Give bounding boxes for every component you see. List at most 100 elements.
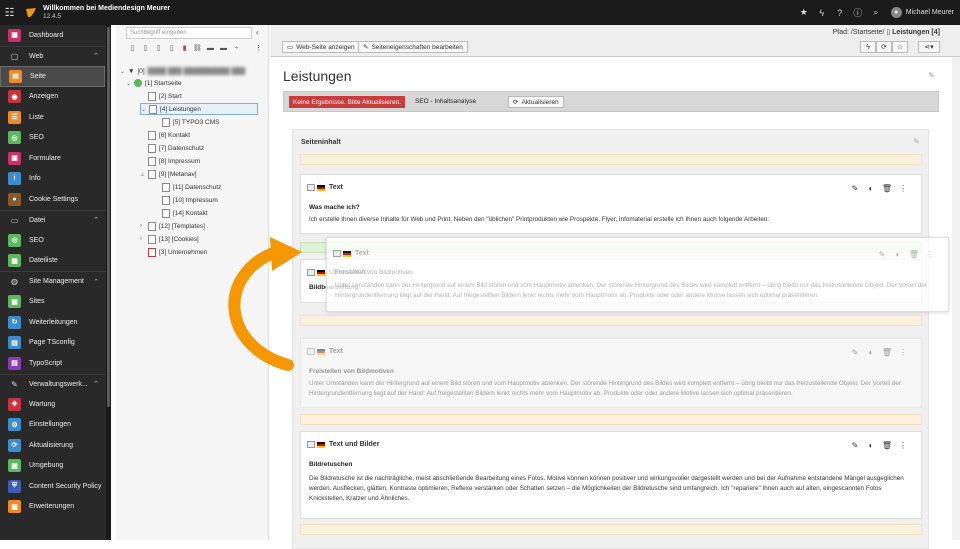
- new-content-dropzone[interactable]: [300, 154, 922, 165]
- chevron-up-icon[interactable]: ⌃: [93, 216, 99, 224]
- tree-twisty-icon[interactable]: ›: [140, 223, 148, 229]
- tree-node[interactable]: ⌄ [1] Startseite: [126, 77, 182, 89]
- module-item-wartung[interactable]: ✚ Wartung: [0, 394, 111, 415]
- module-group-verwaltungswerk-[interactable]: ✎ Verwaltungswerk... ⌃: [0, 373, 111, 395]
- module-group-web[interactable]: ▢ Web ⌃: [0, 45, 111, 67]
- new-sysfolder-icon[interactable]: ▬: [204, 45, 217, 52]
- module-item-dateiliste[interactable]: ▦ Dateiliste: [0, 251, 111, 272]
- module-item-seite[interactable]: ▤ Seite: [0, 66, 105, 87]
- tree-search-input[interactable]: Suchbegriff eingeben: [126, 27, 252, 39]
- new-restricted-page-icon[interactable]: ▮: [178, 44, 191, 52]
- tree-node[interactable]: [6] Kontakt: [140, 129, 190, 141]
- user-menu[interactable]: ● Michael Meurer: [890, 7, 954, 18]
- module-item-content-security-policy[interactable]: ⛨ Content Security Policy: [0, 476, 111, 497]
- module-menu-toggle-icon[interactable]: ☷: [0, 0, 19, 25]
- star-icon[interactable]: ★: [795, 7, 813, 18]
- module-item-erweiterungen[interactable]: ▦ Erweiterungen: [0, 497, 111, 518]
- tree-node[interactable]: ⌄ [9] [Metanav]: [140, 168, 197, 180]
- module-item-sites[interactable]: ▦ Sites: [0, 292, 111, 313]
- chevron-up-icon[interactable]: ⌃: [93, 380, 99, 388]
- edit-icon[interactable]: ✎: [874, 250, 890, 259]
- tree-more-icon[interactable]: ⋮: [252, 44, 265, 52]
- tree-node[interactable]: [5] TYPO3 CMS: [154, 116, 219, 128]
- module-item-seo[interactable]: ◎ SEO: [0, 230, 111, 251]
- content-element-text[interactable]: Text ✎ ◐ 🗑 ⋮ Was mache ich? Ich erstelle…: [300, 174, 922, 234]
- tree-twisty-icon[interactable]: ⌄: [141, 106, 149, 113]
- info-icon[interactable]: ⓘ: [849, 6, 867, 19]
- tree-node[interactable]: ⌄ [4] Leistungen: [140, 103, 258, 115]
- new-content-dropzone[interactable]: [300, 315, 922, 326]
- bookmark-icon[interactable]: ☆: [892, 41, 908, 53]
- module-group-site-management[interactable]: ◍ Site Management ⌃: [0, 271, 111, 292]
- new-shortcut-icon[interactable]: ▯: [152, 44, 165, 52]
- new-mountpoint-icon[interactable]: ▯: [165, 44, 178, 52]
- delete-icon[interactable]: 🗑: [879, 348, 895, 357]
- tree-node[interactable]: [10] Impressum: [154, 194, 218, 206]
- new-content-dropzone[interactable]: [300, 414, 922, 425]
- module-item-aktualisierung[interactable]: ⟳ Aktualisierung: [0, 435, 111, 456]
- chevron-up-icon[interactable]: ⌃: [93, 52, 99, 60]
- edit-icon[interactable]: ✎: [847, 184, 863, 193]
- tree-twisty-icon[interactable]: ⌄: [140, 171, 148, 178]
- content-scrollbar[interactable]: [952, 57, 960, 540]
- delete-icon[interactable]: 🗑: [906, 250, 922, 259]
- shortcut-bolt-icon[interactable]: ϟ: [860, 41, 876, 53]
- tree-node[interactable]: [8] Impressum: [140, 155, 200, 167]
- typo3-logo[interactable]: [23, 5, 39, 21]
- collapse-tree-icon[interactable]: ‹: [256, 28, 259, 37]
- bolt-icon[interactable]: ϟ: [813, 8, 831, 18]
- more-icon[interactable]: ⋮: [895, 441, 911, 450]
- content-element-textpic[interactable]: Text und Bilder ✎ ◐ 🗑 ⋮ Bildretuschen Di…: [300, 431, 922, 519]
- tree-node[interactable]: [3] Unternehmen: [140, 246, 207, 258]
- module-item-einstellungen[interactable]: ⚙ Einstellungen: [0, 415, 111, 436]
- tree-twisty-icon[interactable]: ⌄: [120, 68, 128, 75]
- module-item-formulare[interactable]: ▣ Formulare: [0, 148, 111, 169]
- edit-page-properties-button[interactable]: ✎ Seiteneigenschaften bearbeiten: [358, 41, 468, 53]
- module-item-dashboard[interactable]: ▦ Dashboard: [0, 25, 111, 46]
- tree-twisty-icon[interactable]: ›: [140, 236, 148, 242]
- new-page-icon[interactable]: ▯: [126, 44, 139, 52]
- tree-node[interactable]: [2] Start: [140, 90, 182, 102]
- new-content-dropzone[interactable]: [300, 524, 922, 535]
- toggle-visibility-icon[interactable]: ◐: [863, 348, 879, 357]
- module-item-typoscript[interactable]: ▤ TypoScript: [0, 353, 111, 374]
- seo-refresh-button[interactable]: ⟳ Aktualisieren: [508, 96, 564, 108]
- content-element-text-placeholder[interactable]: Text ✎ ◐ 🗑 ⋮ Freistellen von Bildmotiven…: [300, 338, 922, 408]
- new-link-icon[interactable]: ⛓: [191, 44, 204, 52]
- tree-node[interactable]: [7] Datenschutz: [140, 142, 204, 154]
- module-item-liste[interactable]: ☰ Liste: [0, 107, 111, 128]
- tree-twisty-icon[interactable]: ⌄: [126, 80, 134, 87]
- help-icon[interactable]: ?: [831, 8, 849, 18]
- module-item-anzeigen[interactable]: ◉ Anzeigen: [0, 87, 111, 108]
- tree-root[interactable]: ⌄ ▼ [0] ████ ███ ██████████ ███: [120, 65, 266, 77]
- edit-icon[interactable]: ✎: [847, 348, 863, 357]
- edit-icon[interactable]: ✎: [847, 441, 863, 450]
- module-item-cookie-settings[interactable]: ● Cookie Settings: [0, 189, 111, 210]
- delete-icon[interactable]: 🗑: [879, 441, 895, 450]
- toggle-visibility-icon[interactable]: ◐: [890, 250, 906, 259]
- module-item-page-tsconfig[interactable]: ▤ Page TSconfig: [0, 333, 111, 354]
- more-icon[interactable]: ⋮: [895, 184, 911, 193]
- tree-node[interactable]: › [12] [Templates]: [140, 220, 205, 232]
- new-recycler-icon[interactable]: ▬: [217, 45, 230, 52]
- chevron-up-icon[interactable]: ⌃: [93, 278, 99, 286]
- more-icon[interactable]: ⋮: [895, 348, 911, 357]
- module-item-weiterleitungen[interactable]: ↻ Weiterleitungen: [0, 312, 111, 333]
- dragged-content-element[interactable]: Text ✎ ◐ 🗑 ⋮ Freistellen von Bildmotiven…: [326, 237, 949, 312]
- view-page-button[interactable]: ▭ Web-Seite anzeigen: [282, 41, 360, 53]
- search-icon[interactable]: ⌕: [867, 7, 885, 18]
- delete-icon[interactable]: 🗑: [879, 184, 895, 193]
- tree-node[interactable]: [14] Kontakt: [154, 207, 208, 219]
- share-menu-icon[interactable]: ⋖▾: [918, 41, 940, 53]
- module-item-info[interactable]: i Info: [0, 169, 111, 190]
- toggle-visibility-icon[interactable]: ◐: [863, 441, 879, 450]
- edit-title-icon[interactable]: ✎: [928, 71, 935, 80]
- module-menu-scrollbar[interactable]: [106, 25, 111, 540]
- module-item-umgebung[interactable]: ▣ Umgebung: [0, 456, 111, 477]
- toggle-visibility-icon[interactable]: ◐: [863, 184, 879, 193]
- reload-icon[interactable]: ⟳: [876, 41, 892, 53]
- module-item-seo[interactable]: ◎ SEO: [0, 128, 111, 149]
- new-folder-icon[interactable]: ▯: [139, 44, 152, 52]
- tree-node[interactable]: › [13] [Cookies]: [140, 233, 199, 245]
- new-divider-icon[interactable]: ÷: [230, 45, 243, 52]
